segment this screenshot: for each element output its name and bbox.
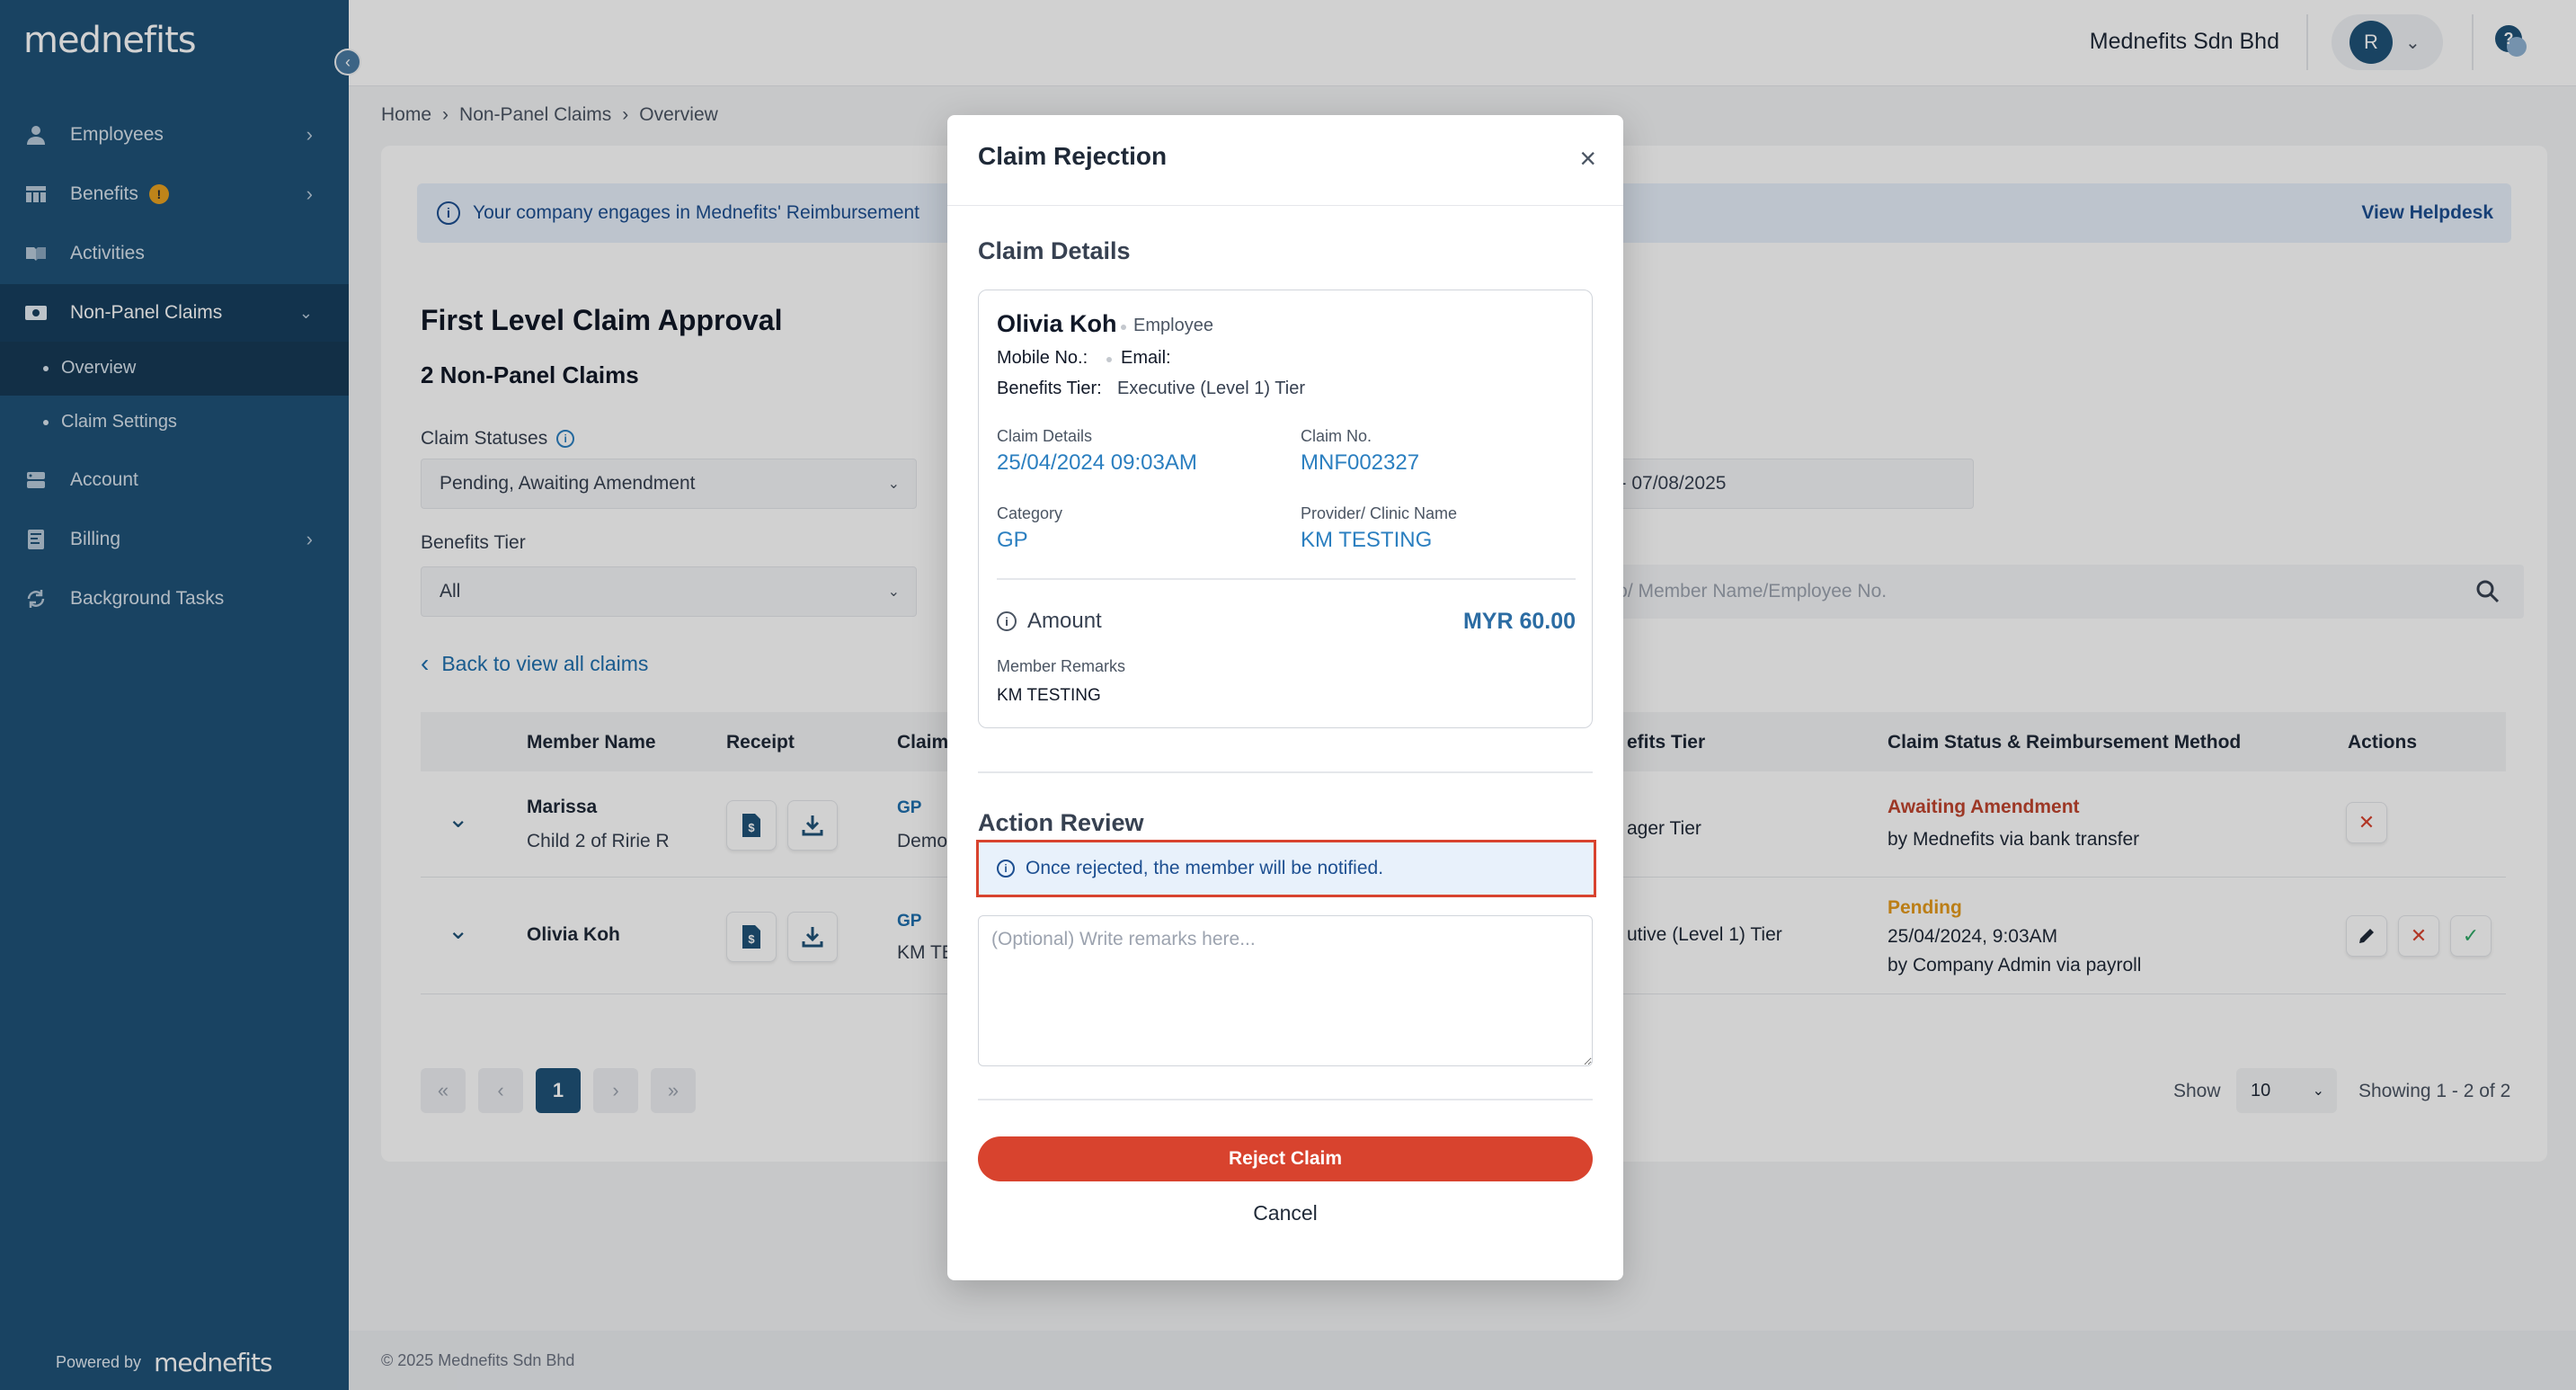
info-icon: i [997, 860, 1015, 878]
cancel-button[interactable]: Cancel [978, 1190, 1593, 1235]
email-label: Email: [1121, 348, 1171, 368]
info-icon: i [997, 611, 1017, 631]
employee-role: Employee [1133, 316, 1213, 335]
claim-date-value: 25/04/2024 09:03AM [997, 450, 1197, 475]
close-icon[interactable]: × [1579, 144, 1596, 173]
member-remarks-label: Member Remarks [997, 657, 1126, 675]
claim-no-label: Claim No. [1301, 427, 1372, 445]
notice-text: Once rejected, the member will be notifi… [1026, 858, 1384, 878]
category-label: Category [997, 504, 1063, 522]
claim-details-card: Olivia Koh Employee Mobile No.: Email: B… [978, 290, 1593, 728]
divider [997, 578, 1576, 580]
divider [978, 771, 1593, 773]
employee-name: Olivia Koh [997, 310, 1117, 337]
member-remarks-value: KM TESTING [997, 686, 1101, 705]
benefits-tier-value: Executive (Level 1) Tier [1117, 379, 1305, 398]
claim-no-value: MNF002327 [1301, 450, 1420, 475]
action-review-heading: Action Review [978, 809, 1144, 836]
amount-row: i Amount MYR 60.00 [997, 609, 1576, 634]
provider-value: KM TESTING [1301, 528, 1433, 552]
divider [947, 205, 1623, 206]
amount-value: MYR 60.00 [1462, 608, 1576, 634]
benefits-tier-label: Benefits Tier: [997, 379, 1102, 398]
claim-details-label: Claim Details [997, 427, 1093, 445]
modal-title: Claim Rejection [978, 142, 1168, 170]
category-value: GP [997, 528, 1028, 552]
divider [978, 1099, 1593, 1100]
claim-rejection-modal: Claim Rejection × Claim Details Olivia K… [947, 115, 1623, 1280]
rejection-notice: i Once rejected, the member will be noti… [976, 840, 1596, 897]
amount-label: Amount [1027, 609, 1102, 633]
reject-claim-button[interactable]: Reject Claim [978, 1136, 1593, 1181]
claim-details-heading: Claim Details [978, 237, 1131, 264]
separator-dot [1121, 325, 1126, 330]
separator-dot [1106, 357, 1112, 362]
provider-label: Provider/ Clinic Name [1301, 504, 1458, 522]
mobile-label: Mobile No.: [997, 348, 1088, 368]
remarks-textarea[interactable] [978, 915, 1593, 1066]
